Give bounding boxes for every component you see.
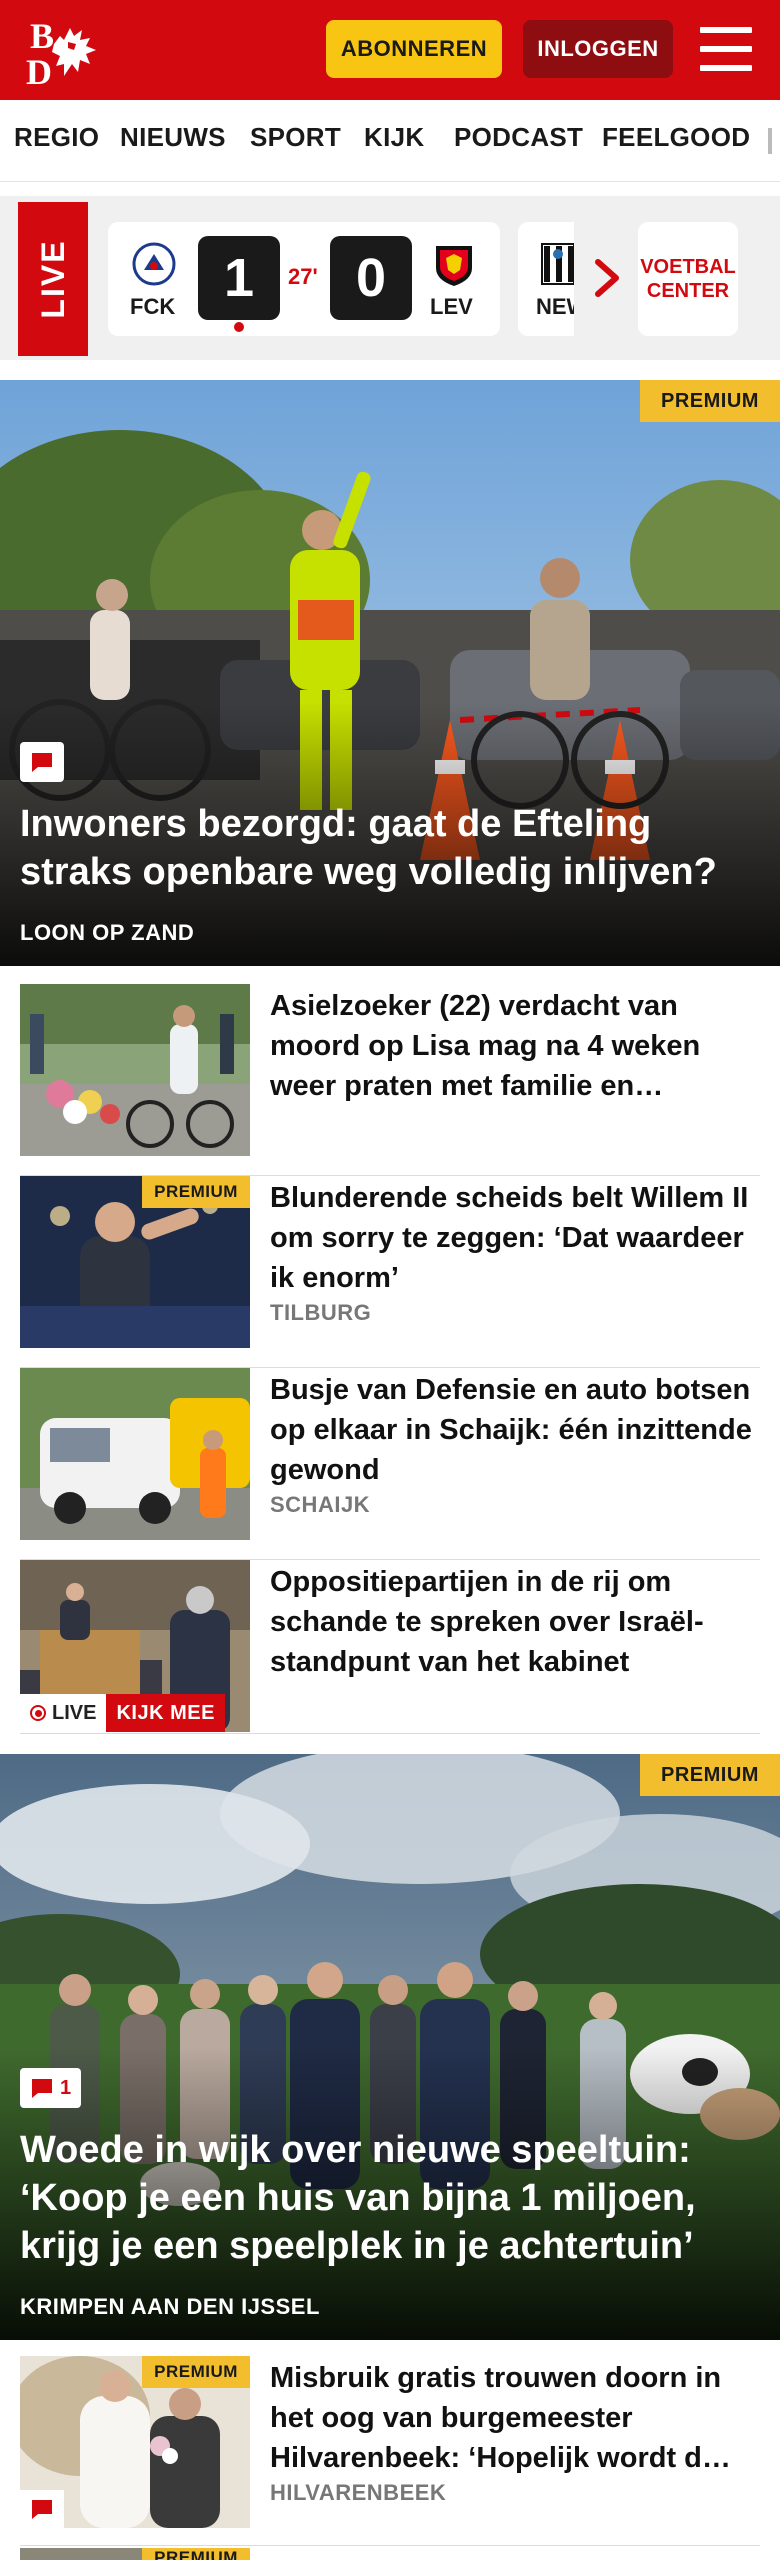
live-watch-pill[interactable]: LIVE KIJK MEE bbox=[20, 1694, 225, 1732]
nav-item-feelgood[interactable]: FEELGOOD bbox=[602, 122, 750, 153]
login-button[interactable]: INLOGGEN bbox=[523, 20, 673, 78]
list-item[interactable]: PREMIUM bbox=[20, 2548, 760, 2560]
fck-crest-icon bbox=[130, 240, 178, 288]
nav-item-sport[interactable]: SPORT bbox=[250, 122, 341, 153]
hero-1-location: LOON OP ZAND bbox=[20, 920, 195, 945]
svg-text:B: B bbox=[30, 16, 54, 56]
premium-badge: PREMIUM bbox=[142, 2548, 250, 2560]
list-item[interactable]: PREMIUM Misbruik gratis trouwen doorn in… bbox=[20, 2356, 760, 2546]
lev-crest-icon bbox=[430, 240, 478, 288]
list-item[interactable]: LIVE KIJK MEE Oppositiepartijen in de ri… bbox=[20, 1560, 760, 1734]
article-thumbnail: LIVE KIJK MEE bbox=[20, 1560, 250, 1732]
top-header: B D ABONNEREN INLOGGEN bbox=[0, 0, 780, 100]
article-title[interactable]: Asielzoeker (22) verdacht van moord op L… bbox=[270, 986, 758, 1106]
away-team-abbr: LEV bbox=[430, 294, 473, 319]
premium-badge: PREMIUM bbox=[142, 2356, 250, 2388]
article-title[interactable]: Blunderende scheids belt Willem II om so… bbox=[270, 1178, 758, 1298]
away-score: 0 bbox=[330, 236, 412, 320]
comment-icon[interactable] bbox=[20, 2490, 64, 2528]
list-item[interactable]: PREMIUM Blunderende scheids belt Willem … bbox=[20, 1176, 760, 1368]
nav-item-kijk[interactable]: KIJK bbox=[364, 122, 424, 153]
match-card[interactable]: FCK 1 27' 0 LEV bbox=[108, 222, 500, 336]
article-thumbnail: PREMIUM bbox=[20, 2356, 250, 2528]
article-thumbnail: PREMIUM bbox=[20, 2548, 250, 2560]
next-match-card[interactable]: NEW bbox=[518, 222, 574, 336]
article-thumbnail bbox=[20, 984, 250, 1156]
home-team-abbr: FCK bbox=[130, 294, 176, 319]
live-record-icon bbox=[30, 1705, 46, 1721]
next-team-abbr: NEW bbox=[536, 294, 574, 319]
list-item[interactable]: Busje van Defensie en auto botsen op elk… bbox=[20, 1368, 760, 1560]
comment-icon[interactable] bbox=[20, 742, 64, 782]
hero-1-title[interactable]: Inwoners bezorgd: gaat de Efteling strak… bbox=[20, 800, 768, 896]
live-tag: LIVE bbox=[18, 202, 88, 356]
voetbal-center-button[interactable]: VOETBAL CENTER bbox=[638, 222, 738, 336]
home-score: 1 bbox=[198, 236, 280, 320]
nav-item-regio[interactable]: REGIO bbox=[14, 122, 99, 153]
hero-article-1[interactable]: PREMIUM Inwoners bezorgd: gaat de Efteli… bbox=[0, 380, 780, 966]
main-nav: REGIO NIEUWS SPORT KIJK PODCAST FEELGOOD bbox=[0, 100, 780, 182]
article-title[interactable]: Misbruik gratis trouwen doorn in het oog… bbox=[270, 2358, 758, 2478]
list-item[interactable]: Asielzoeker (22) verdacht van moord op L… bbox=[20, 984, 760, 1176]
premium-badge: PREMIUM bbox=[142, 1176, 250, 1208]
article-thumbnail bbox=[20, 1368, 250, 1540]
chevron-right-icon[interactable] bbox=[588, 256, 628, 300]
hero-2-location: KRIMPEN AAN DEN IJSSEL bbox=[20, 2294, 320, 2319]
hero-article-2[interactable]: PREMIUM 1 Woede in wijk over nieuwe spee… bbox=[0, 1754, 780, 2340]
hero-2-title[interactable]: Woede in wijk over nieuwe speeltuin: ‘Ko… bbox=[20, 2126, 768, 2270]
subscribe-button[interactable]: ABONNEREN bbox=[326, 20, 502, 78]
article-title[interactable]: Oppositiepartijen in de rij om schande t… bbox=[270, 1562, 758, 1682]
article-thumbnail: PREMIUM bbox=[20, 1176, 250, 1348]
premium-badge: PREMIUM bbox=[640, 380, 780, 422]
live-scores-strip: LIVE FCK 1 27' 0 LEV NE VOETBAL CENTER bbox=[0, 196, 780, 360]
nav-item-nieuws[interactable]: NIEUWS bbox=[120, 122, 226, 153]
match-minute: 27' bbox=[288, 264, 318, 289]
bd-logo[interactable]: B D bbox=[24, 14, 124, 92]
nav-item-podcast[interactable]: PODCAST bbox=[454, 122, 583, 153]
svg-text:D: D bbox=[26, 52, 52, 86]
watch-now-button[interactable]: KIJK MEE bbox=[106, 1694, 225, 1732]
nav-overflow-indicator bbox=[768, 128, 772, 154]
article-title[interactable]: Busje van Defensie en auto botsen op elk… bbox=[270, 1370, 758, 1490]
article-location: SCHAIJK bbox=[270, 1492, 371, 1517]
premium-badge: PREMIUM bbox=[640, 1754, 780, 1796]
newcastle-crest-icon bbox=[541, 243, 574, 285]
comment-icon bbox=[32, 2079, 52, 2098]
article-location: TILBURG bbox=[270, 1300, 372, 1325]
menu-icon[interactable] bbox=[700, 27, 752, 71]
comment-count[interactable]: 1 bbox=[20, 2068, 82, 2108]
article-location: HILVARENBEEK bbox=[270, 2480, 447, 2505]
live-dot bbox=[232, 320, 246, 334]
